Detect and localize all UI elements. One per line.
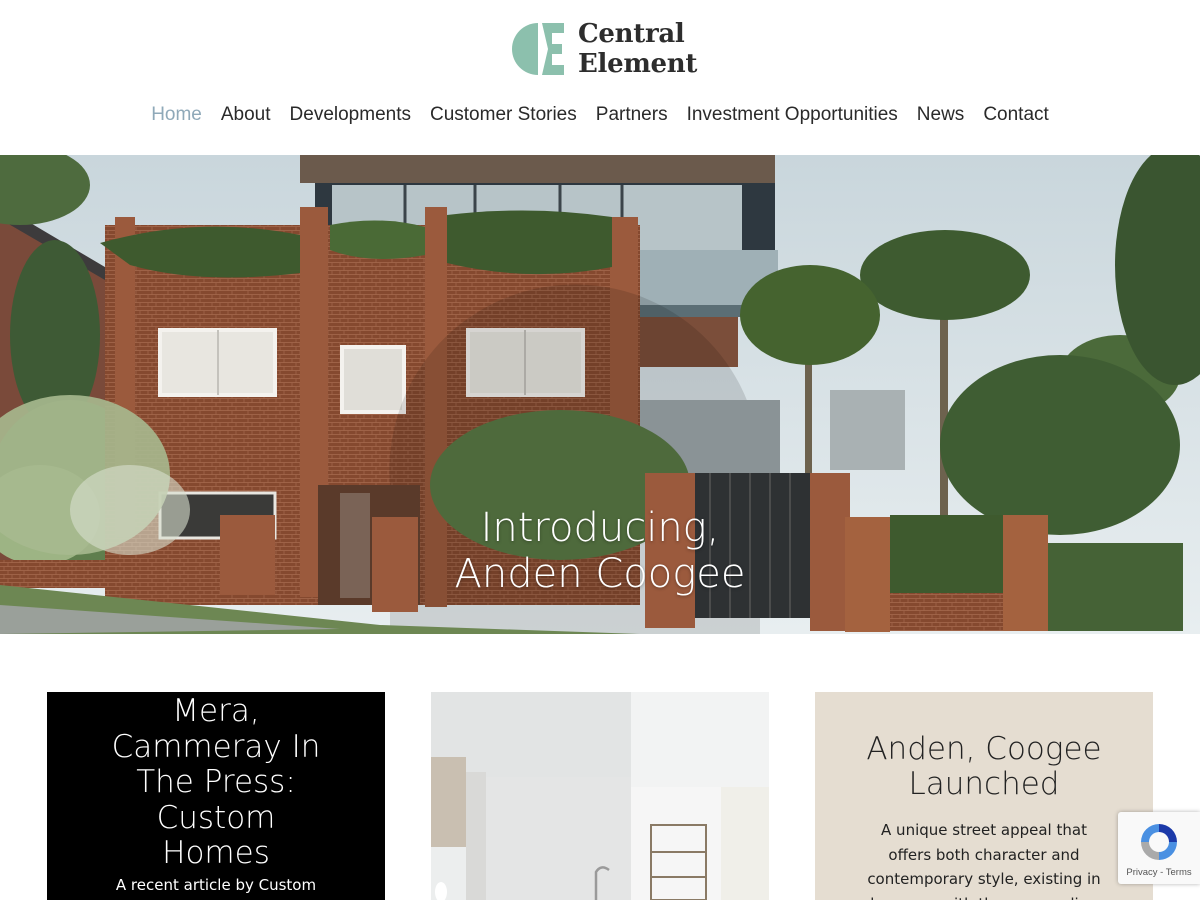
nav-item-developments[interactable]: Developments: [280, 103, 420, 127]
news-card-kitchen-image[interactable]: [431, 692, 769, 900]
card-excerpt-line: offers both character and: [888, 845, 1080, 864]
card-title-line: Cammeray In: [111, 728, 321, 765]
main-navigation: Home About Developments Customer Stories…: [0, 103, 1200, 127]
hero-banner[interactable]: Introducing, Anden Coogee: [0, 155, 1200, 634]
hero-title: Introducing, Anden Coogee: [0, 505, 1200, 597]
site-header: Central Element Home About Developments …: [0, 0, 1200, 155]
card-excerpt-line: A unique street appeal that: [881, 821, 1087, 839]
hero-title-line-1: Introducing,: [480, 505, 720, 551]
logo-line-1: Central: [578, 19, 685, 49]
nav-item-home[interactable]: Home: [142, 103, 212, 127]
card-excerpt: A unique street appeal that offers both …: [865, 818, 1103, 900]
nav-item-customer-stories[interactable]: Customer Stories: [420, 103, 586, 127]
card-title[interactable]: Mera, Cammeray In The Press: Custom Home…: [47, 693, 385, 872]
card-excerpt-line: harmony with the surrounding: [865, 892, 1103, 900]
card-title-line: The Press:: [136, 764, 296, 800]
nav-item-investment-opportunities[interactable]: Investment Opportunities: [677, 103, 907, 127]
logo-wordmark: Central Element: [578, 19, 697, 79]
site-logo[interactable]: Central Element: [510, 19, 697, 79]
recaptcha-icon: [1141, 824, 1177, 860]
card-title-line: Launched: [908, 766, 1060, 802]
recaptcha-badge[interactable]: Privacy - Terms: [1118, 812, 1200, 884]
card-title[interactable]: Anden, Coogee Launched: [815, 732, 1153, 802]
card-excerpt: A recent article by Custom: [115, 876, 317, 894]
logo-mark-icon: [512, 23, 564, 75]
hero-title-line-2: Anden Coogee: [454, 551, 746, 597]
kitchen-interior-image: [431, 692, 769, 900]
nav-item-contact[interactable]: Contact: [974, 103, 1058, 127]
card-title-line: Homes: [162, 835, 270, 871]
news-card-mera-cammeray[interactable]: Mera, Cammeray In The Press: Custom Home…: [47, 692, 385, 900]
nav-item-news[interactable]: News: [907, 103, 974, 127]
card-excerpt-line: contemporary style, existing in: [867, 870, 1101, 888]
card-title-line: Custom: [156, 799, 276, 836]
news-card-anden-coogee[interactable]: Anden, Coogee Launched A unique street a…: [815, 692, 1153, 900]
nav-item-partners[interactable]: Partners: [586, 103, 677, 127]
recaptcha-privacy-terms[interactable]: Privacy - Terms: [1118, 867, 1200, 878]
logo-line-2: Element: [578, 49, 698, 79]
nav-item-about[interactable]: About: [211, 103, 280, 127]
card-title-line: Mera,: [172, 693, 260, 729]
card-title-line: Anden, Coogee: [866, 731, 1102, 767]
